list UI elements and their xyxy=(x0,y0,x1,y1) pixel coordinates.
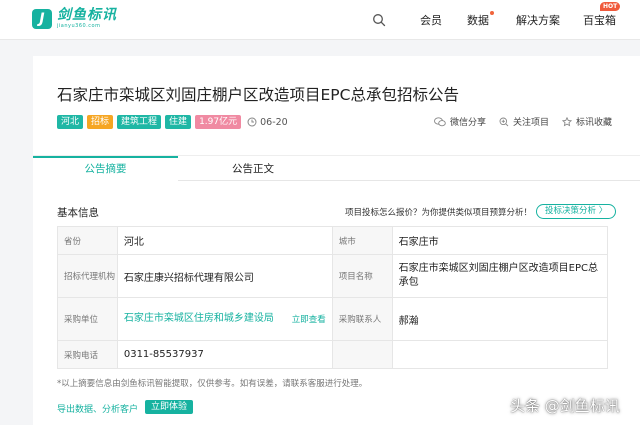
search-icon[interactable] xyxy=(372,13,386,27)
disclaimer-text: *以上摘要信息由剑鱼标讯智能提取，仅供参考。如有误差，请联系客服进行处理。 xyxy=(57,379,368,389)
province-value: 河北 xyxy=(116,226,333,255)
page-title: 石家庄市栾城区刘固庄棚户区改造项目EPC总承包招标公告 xyxy=(57,86,459,104)
export-data-link[interactable]: 导出数据、分析客户 xyxy=(57,402,138,415)
phone-label: 采购电话 xyxy=(57,340,118,369)
province-label: 省份 xyxy=(57,226,118,255)
nav-item-toolbox[interactable]: 百宝箱 xyxy=(583,12,616,28)
publish-date-text: 06-20 xyxy=(260,116,288,128)
phone-value: 0311-85537937 xyxy=(116,340,333,369)
agency-value: 石家庄康兴招标代理有限公司 xyxy=(116,254,333,298)
tag-type[interactable]: 招标 xyxy=(87,115,114,129)
buyer-label: 采购单位 xyxy=(57,297,118,341)
notice-actions: 微信分享 关注项目 标讯收藏 xyxy=(434,115,625,128)
buyer-link[interactable]: 石家庄市栾城区住房和城乡建设局 xyxy=(124,312,274,326)
empty-value-cell xyxy=(391,340,609,369)
table-row: 采购单位 石家庄市栾城区住房和城乡建设局 立即查看 采购联系人 郝瀚 xyxy=(57,297,609,341)
notice-header-card: 石家庄市栾城区刘固庄棚户区改造项目EPC总承包招标公告 河北 招标 建筑工程 住… xyxy=(33,56,640,155)
view-buyer-button[interactable]: 立即查看 xyxy=(292,313,326,325)
notification-dot xyxy=(490,11,494,15)
table-row: 招标代理机构 石家庄康兴招标代理有限公司 项目名称 石家庄市栾城区刘固庄棚户区改… xyxy=(57,254,609,298)
clock-icon xyxy=(247,117,257,127)
project-name-value: 石家庄市栾城区刘固庄棚户区改造项目EPC总承包 xyxy=(391,254,609,298)
tag-industry[interactable]: 建筑工程 xyxy=(117,115,162,129)
nav-item-membership[interactable]: 会员 xyxy=(420,12,442,28)
tab-summary[interactable]: 公告摘要 xyxy=(33,156,178,181)
nav-item-data[interactable]: 数据 xyxy=(467,11,494,28)
city-label: 城市 xyxy=(331,226,393,255)
city-value: 石家庄市 xyxy=(391,226,609,255)
follow-project-button[interactable]: 关注项目 xyxy=(499,115,549,128)
wechat-share-label: 微信分享 xyxy=(450,118,487,128)
hot-badge: HOT xyxy=(600,2,621,11)
logo-domain: jianyu360.com xyxy=(57,23,101,29)
table-row: 采购电话 0311-85537937 xyxy=(57,340,609,369)
follow-project-label: 关注项目 xyxy=(513,118,550,128)
tab-full-text[interactable]: 公告正文 xyxy=(178,156,328,181)
wechat-icon xyxy=(434,116,446,126)
logo-mark-icon: J xyxy=(32,8,52,29)
contact-value: 郝瀚 xyxy=(391,297,609,341)
watermark: 头条 @剑鱼标讯 xyxy=(510,397,620,415)
section-title: 基本信息 xyxy=(57,207,99,219)
site-logo[interactable]: J 剑鱼标讯 jianyu360.com xyxy=(32,8,117,29)
contact-label: 采购联系人 xyxy=(331,297,393,341)
agency-label: 招标代理机构 xyxy=(57,254,118,298)
project-name-label: 项目名称 xyxy=(331,254,393,298)
tag-list: 河北 招标 建筑工程 住建 1.97亿元 06-20 xyxy=(57,115,288,129)
logo-name: 剑鱼标讯 xyxy=(57,7,117,23)
nav-item-solutions[interactable]: 解决方案 xyxy=(516,12,560,28)
publish-date: 06-20 xyxy=(247,117,288,128)
star-icon xyxy=(562,116,573,126)
favorite-label: 标讯收藏 xyxy=(576,118,613,128)
buyer-cell: 石家庄市栾城区住房和城乡建设局 立即查看 xyxy=(116,297,333,341)
top-navigation-bar: J 剑鱼标讯 jianyu360.com 会员 数据 解决方案 百宝箱 HOT xyxy=(0,0,640,40)
nav-item-data-label: 数据 xyxy=(467,14,489,27)
tag-sector[interactable]: 住建 xyxy=(165,115,192,129)
wechat-share-button[interactable]: 微信分享 xyxy=(434,115,486,128)
favorite-button[interactable]: 标讯收藏 xyxy=(562,115,612,128)
basic-info-table: 省份 河北 城市 石家庄市 招标代理机构 石家庄康兴招标代理有限公司 项目名称 … xyxy=(57,226,609,369)
follow-icon xyxy=(499,117,509,126)
tag-budget: 1.97亿元 xyxy=(195,115,242,129)
table-row: 省份 河北 城市 石家庄市 xyxy=(57,226,609,255)
basic-info-section: 基本信息 项目投标怎么报价？为你提供类似项目预算分析！ 投标决策分析 〉 省份 … xyxy=(33,181,640,425)
tag-region[interactable]: 河北 xyxy=(57,115,84,129)
empty-label-cell xyxy=(331,340,393,369)
bid-analysis-button[interactable]: 投标决策分析 〉 xyxy=(536,204,617,219)
try-now-button[interactable]: 立即体验 xyxy=(145,400,194,414)
bid-analysis-prompt: 项目投标怎么报价？为你提供类似项目预算分析！ xyxy=(345,208,533,218)
content-tabs: 公告摘要 公告正文 xyxy=(33,155,640,181)
